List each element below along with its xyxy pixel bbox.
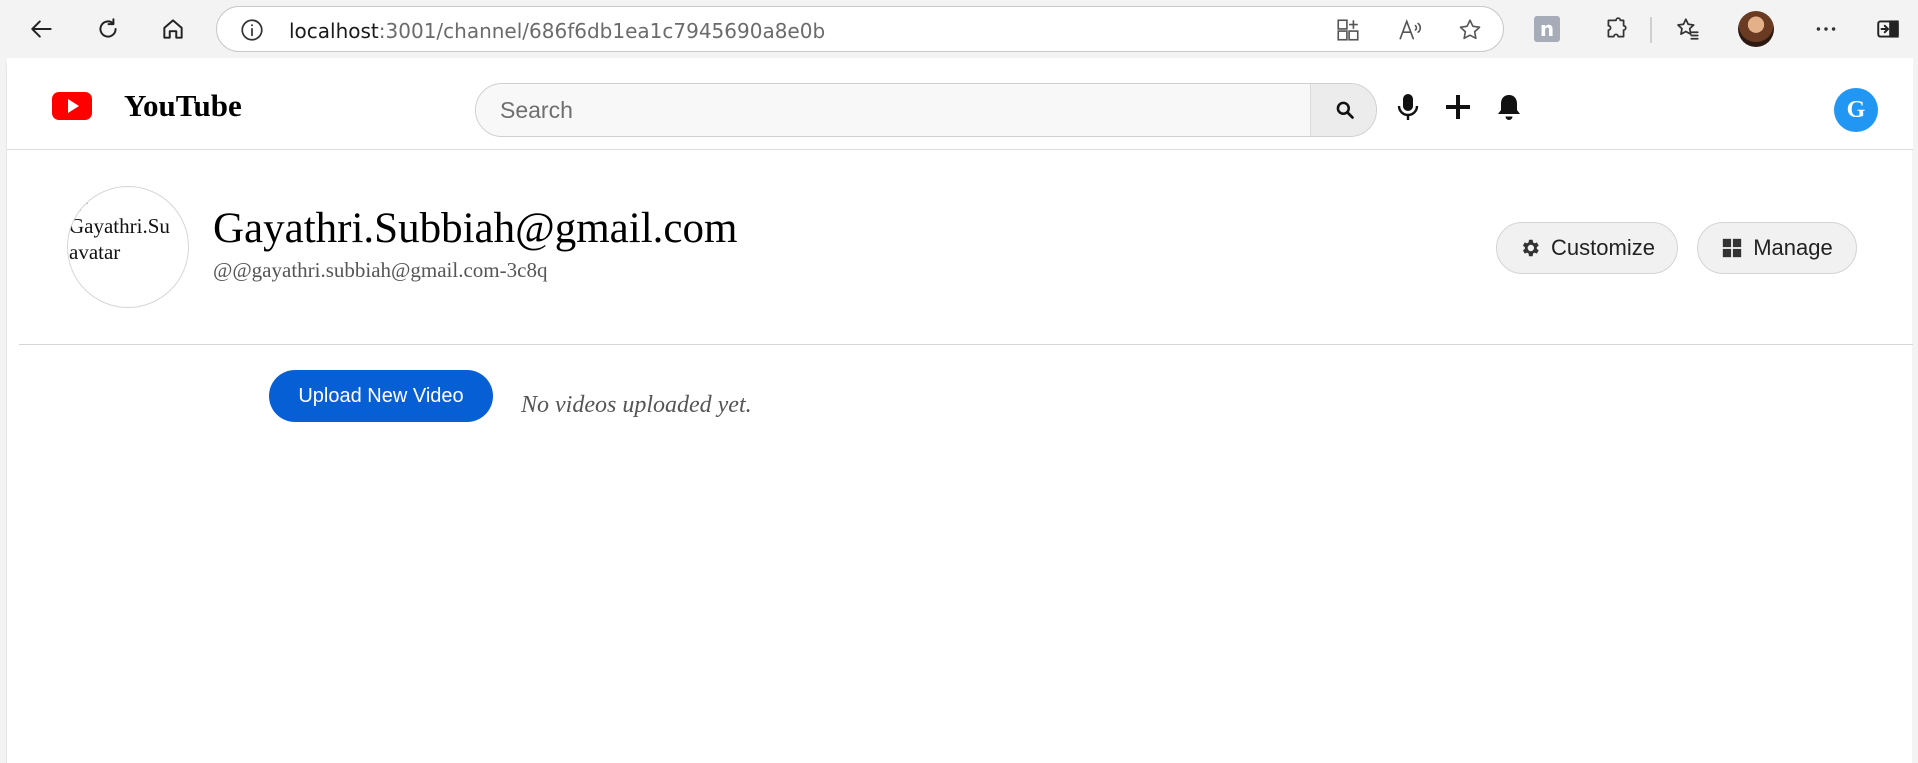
channel-avatar-alt-text: Gayathri.Su avatar: [69, 214, 170, 264]
toolbar-separator: [1650, 17, 1652, 43]
broken-image-icon: [80, 203, 88, 211]
sidebar-toggle-icon[interactable]: [1868, 9, 1908, 49]
url-path: :3001/channel/686f6db1ea1c7945690a8e0b: [378, 19, 826, 43]
favorite-star-icon[interactable]: [1457, 17, 1483, 43]
logo-text[interactable]: YouTube: [124, 88, 242, 124]
customize-button[interactable]: Customize: [1496, 222, 1678, 274]
search-button[interactable]: [1310, 84, 1376, 136]
grid-icon: [1723, 238, 1742, 258]
page-viewport: YouTube G Gayathri.Su avatar Gayathri.Su…: [6, 58, 1913, 763]
empty-state-message: No videos uploaded yet.: [521, 392, 752, 418]
address-bar[interactable]: localhost:3001/channel/686f6db1ea1c79456…: [216, 6, 1504, 52]
app-available-icon[interactable]: [1335, 17, 1361, 43]
url-host: localhost: [289, 19, 379, 43]
browser-toolbar: localhost:3001/channel/686f6db1ea1c79456…: [0, 0, 1918, 58]
search-icon: [1336, 101, 1354, 119]
channel-handle: @@gayathri.subbiah@gmail.com-3c8q: [213, 258, 548, 282]
youtube-logo-icon[interactable]: [52, 92, 92, 120]
search-bar: [475, 83, 1377, 137]
section-divider: [19, 344, 1913, 345]
gear-icon: [1522, 239, 1539, 257]
notifications-bell-icon[interactable]: [1492, 90, 1526, 124]
manage-button[interactable]: Manage: [1697, 222, 1857, 274]
manage-label: Manage: [1753, 235, 1833, 260]
create-plus-icon[interactable]: [1441, 90, 1475, 124]
channel-avatar: Gayathri.Su avatar: [67, 186, 189, 308]
read-aloud-icon[interactable]: [1397, 17, 1423, 43]
browser-profile-avatar[interactable]: [1738, 11, 1774, 47]
upload-video-button[interactable]: Upload New Video: [269, 370, 493, 422]
extension-icon-n[interactable]: n: [1534, 16, 1560, 42]
more-options-icon[interactable]: [1806, 9, 1846, 49]
channel-name: Gayathri.Subbiah@gmail.com: [213, 205, 738, 252]
search-input[interactable]: [476, 84, 1310, 136]
customize-label: Customize: [1551, 235, 1655, 260]
back-icon[interactable]: [22, 9, 62, 49]
site-header: YouTube G: [7, 58, 1913, 150]
url-text: localhost:3001/channel/686f6db1ea1c79456…: [289, 19, 825, 43]
refresh-icon[interactable]: [88, 9, 128, 49]
extensions-puzzle-icon[interactable]: [1596, 9, 1636, 49]
user-avatar[interactable]: G: [1834, 88, 1878, 132]
site-info-icon[interactable]: [239, 17, 265, 43]
microphone-icon[interactable]: [1391, 90, 1425, 124]
favorites-icon[interactable]: [1668, 9, 1708, 49]
home-icon[interactable]: [153, 9, 193, 49]
